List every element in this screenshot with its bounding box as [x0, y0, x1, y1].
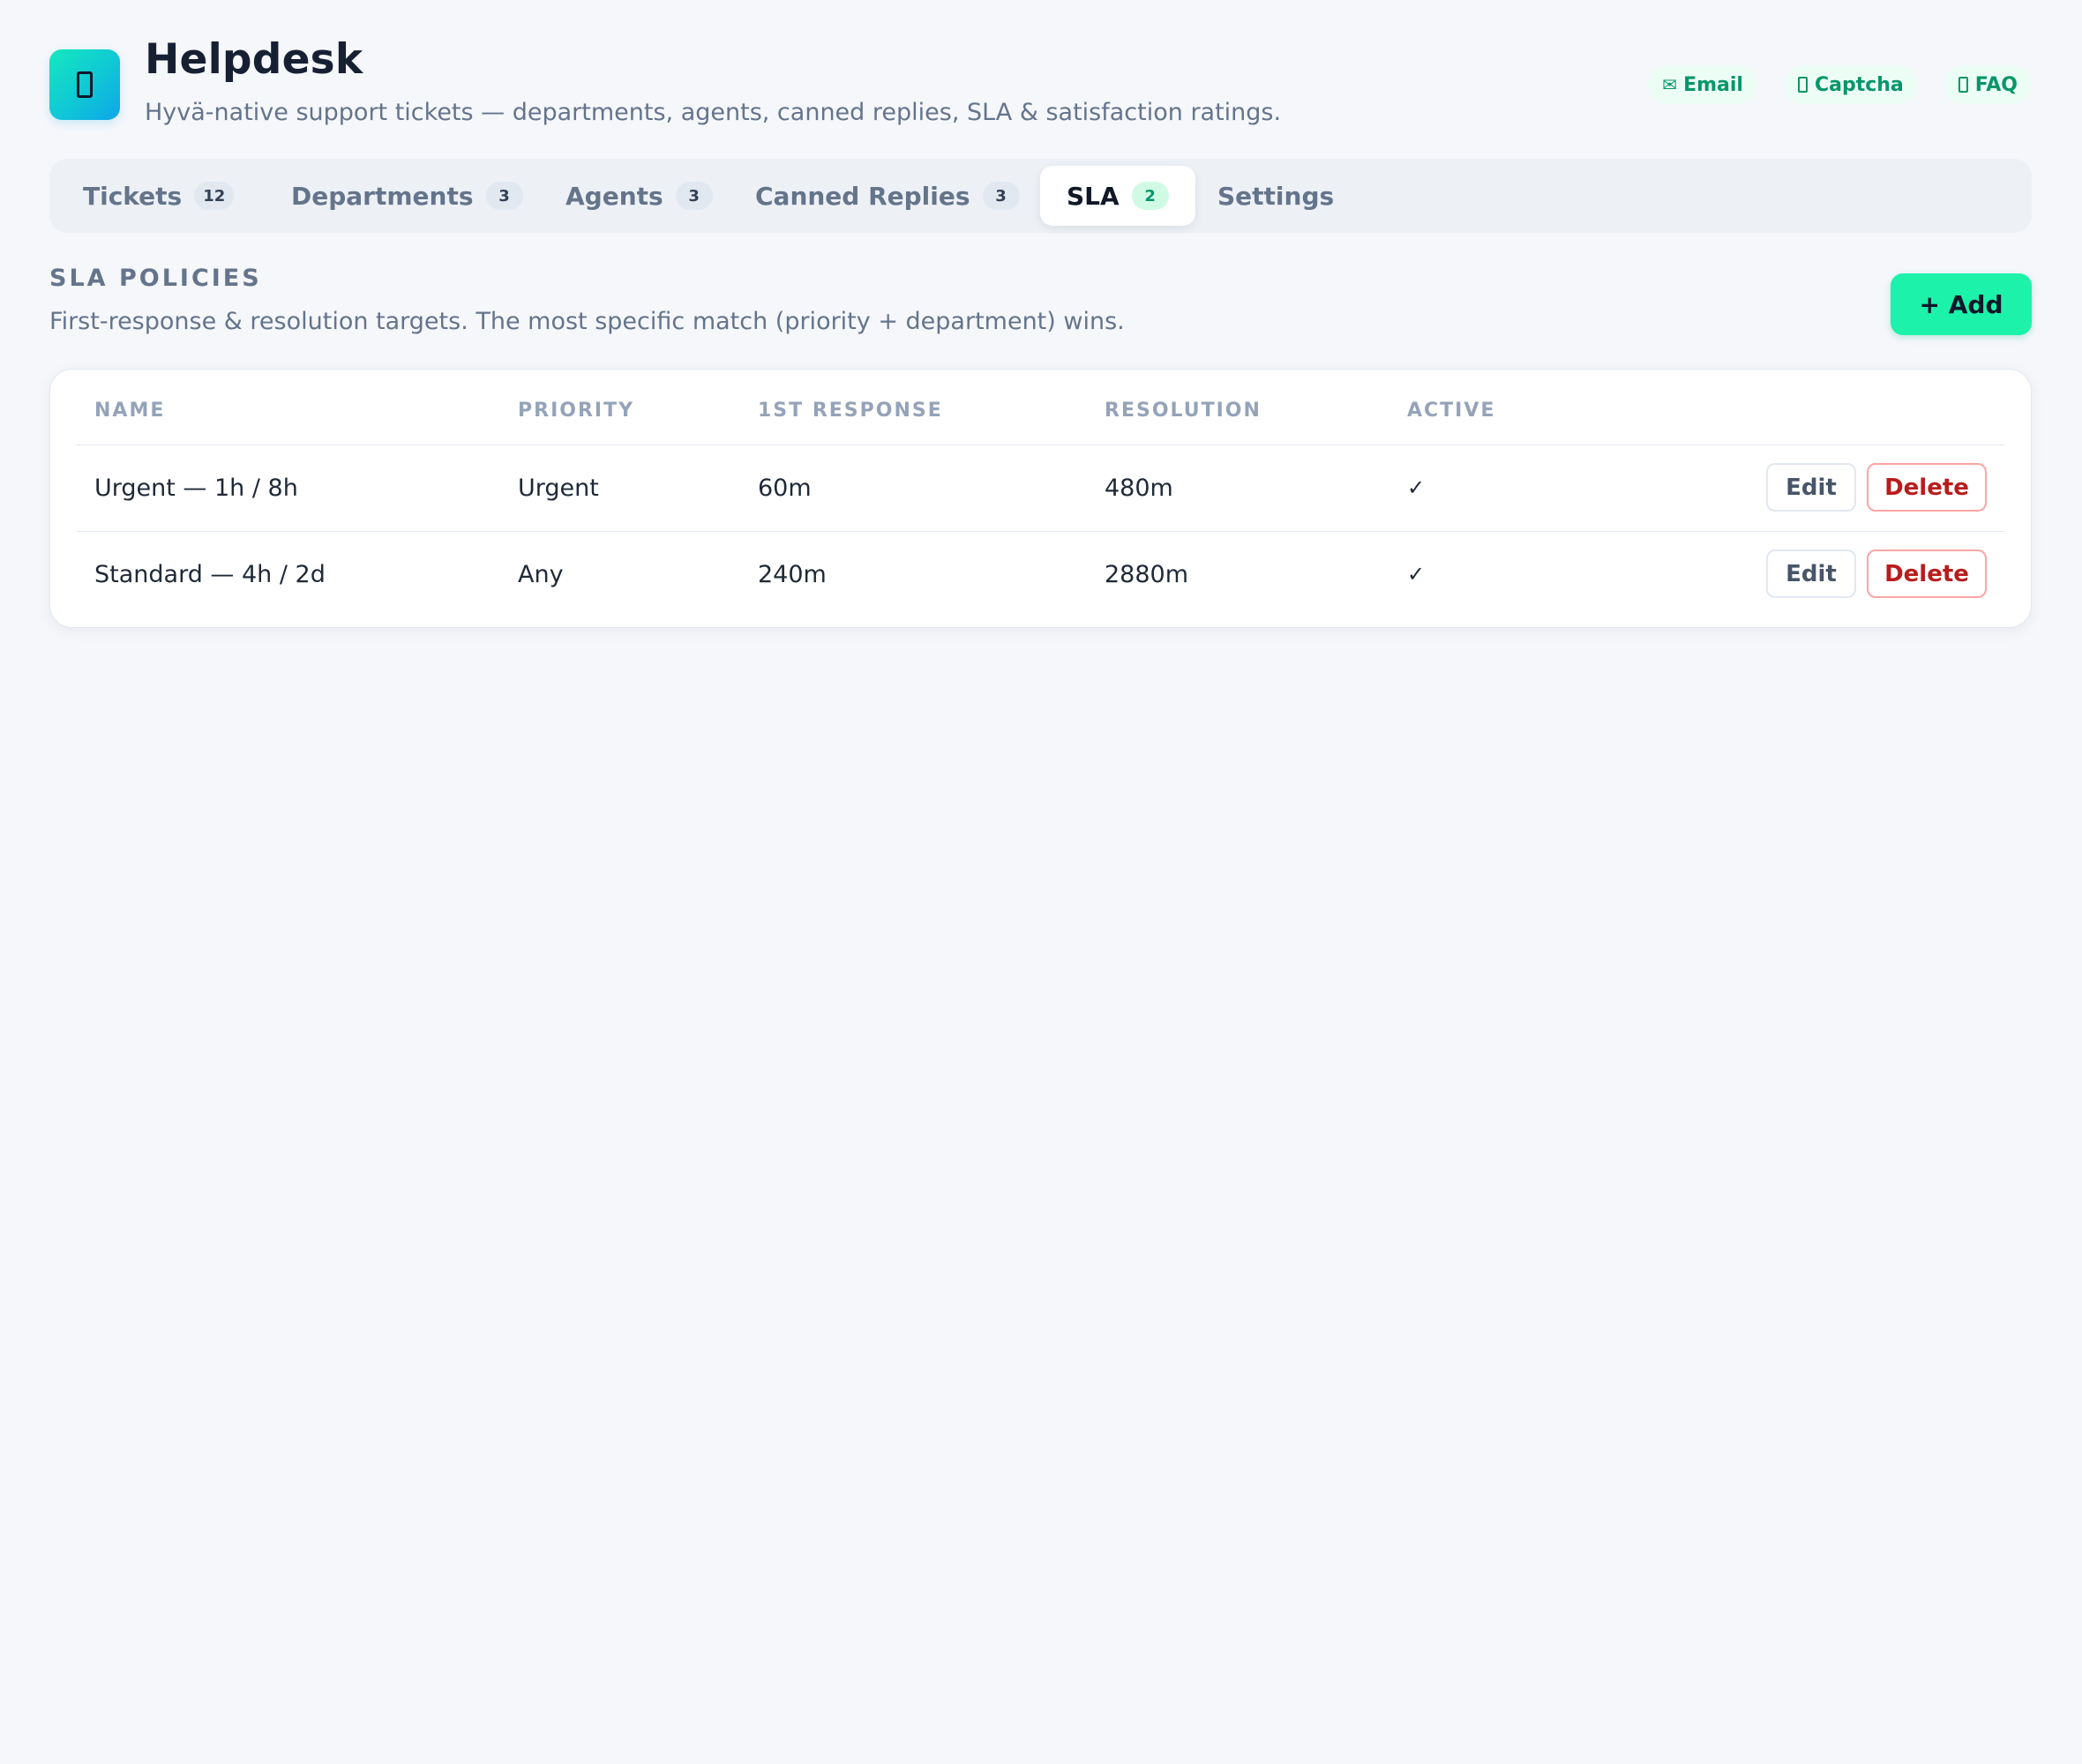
delete-button[interactable]: Delete	[1867, 463, 1987, 512]
tab-label: SLA	[1067, 181, 1120, 211]
cell-resolution: 480m	[1105, 474, 1173, 502]
faq-chip[interactable]: FAQ	[1943, 65, 2032, 104]
count-badge: 2	[1131, 182, 1169, 210]
table-row: Urgent — 1h / 8h Urgent 60m 480m ✓ Edit …	[77, 445, 2004, 532]
app-subtitle: Hyvä-native support tickets — department…	[145, 99, 1282, 126]
ticket-icon	[77, 71, 93, 98]
count-badge: 3	[485, 182, 523, 210]
cell-name: Standard — 4h / 2d	[94, 560, 326, 588]
count-badge: 12	[194, 182, 235, 210]
sla-table: NAME PRIORITY 1ST RESPONSE RESOLUTION AC…	[49, 369, 2032, 628]
column-header-name: NAME	[94, 400, 166, 422]
tab-sla[interactable]: SLA 2	[1040, 166, 1195, 226]
cell-priority: Any	[518, 560, 564, 588]
edit-button[interactable]: Edit	[1766, 463, 1856, 512]
tab-label: Departments	[291, 181, 474, 211]
feature-chips: ✉ Email Captcha FAQ	[1648, 65, 2032, 104]
cell-resolution: 2880m	[1105, 560, 1189, 588]
column-header-resolution: RESOLUTION	[1105, 400, 1262, 422]
page-header: Helpdesk Hyvä-native support tickets — d…	[49, 0, 2032, 157]
logo	[49, 49, 120, 120]
tab-canned-replies[interactable]: Canned Replies 3	[729, 166, 1046, 226]
cell-first-response: 60m	[758, 474, 812, 502]
captcha-chip[interactable]: Captcha	[1783, 65, 1918, 104]
section-description: First-response & resolution targets. The…	[49, 308, 1125, 335]
tab-label: Tickets	[83, 181, 183, 211]
edit-button[interactable]: Edit	[1766, 549, 1856, 598]
tab-label: Settings	[1217, 181, 1335, 211]
row-actions: Edit Delete	[1766, 549, 1987, 598]
cell-priority: Urgent	[518, 474, 599, 502]
envelope-icon: ✉	[1662, 74, 1677, 95]
email-chip[interactable]: ✉ Email	[1648, 65, 1757, 104]
active-check-icon: ✓	[1407, 475, 1426, 500]
table-row: Standard — 4h / 2d Any 240m 2880m ✓ Edit…	[77, 531, 2004, 617]
add-sla-button[interactable]: + Add	[1891, 273, 2032, 335]
column-header-priority: PRIORITY	[518, 400, 635, 422]
shield-icon	[1797, 77, 1808, 93]
tab-label: Canned Replies	[755, 181, 970, 211]
faq-chip-label: FAQ	[1974, 73, 2018, 96]
email-chip-label: Email	[1683, 73, 1743, 96]
count-badge: 3	[675, 182, 713, 210]
tab-settings[interactable]: Settings	[1191, 166, 1360, 226]
delete-button[interactable]: Delete	[1867, 549, 1987, 598]
captcha-chip-label: Captcha	[1814, 73, 1904, 96]
column-header-active: ACTIVE	[1407, 400, 1496, 422]
tab-label: Agents	[565, 181, 663, 211]
tab-agents[interactable]: Agents 3	[539, 166, 739, 226]
column-header-first-response: 1ST RESPONSE	[758, 400, 943, 422]
row-actions: Edit Delete	[1766, 463, 1987, 512]
section-title: SLA POLICIES	[49, 265, 262, 292]
tab-tickets[interactable]: Tickets 12	[56, 166, 260, 226]
tab-bar: Tickets 12 Departments 3 Agents 3 Canned…	[49, 159, 2032, 233]
cell-first-response: 240m	[758, 560, 827, 588]
active-check-icon: ✓	[1407, 562, 1426, 587]
helpdesk-page: Helpdesk Hyvä-native support tickets — d…	[49, 0, 2032, 628]
app-title: Helpdesk	[145, 35, 363, 84]
tab-departments[interactable]: Departments 3	[265, 166, 550, 226]
count-badge: 3	[982, 182, 1020, 210]
cell-name: Urgent — 1h / 8h	[94, 474, 298, 502]
table-header: NAME PRIORITY 1ST RESPONSE RESOLUTION AC…	[77, 370, 2004, 445]
book-icon	[1958, 77, 1968, 93]
